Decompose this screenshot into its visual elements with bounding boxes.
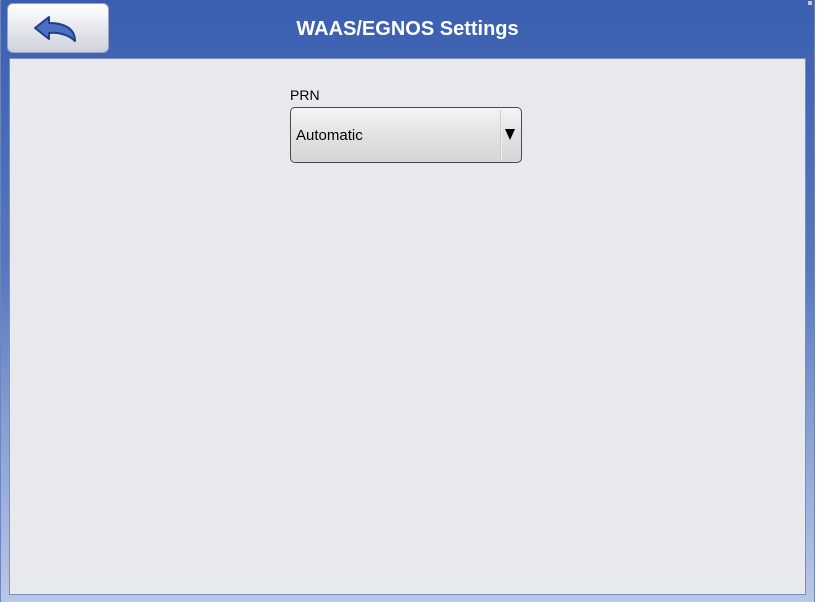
back-arrow-icon xyxy=(29,11,87,45)
settings-window: WAAS/EGNOS Settings PRN Automatic xyxy=(0,0,815,602)
title-bar: WAAS/EGNOS Settings xyxy=(1,0,814,58)
prn-selected-value: Automatic xyxy=(296,127,363,144)
corner-mark xyxy=(808,1,812,5)
settings-panel: PRN Automatic xyxy=(9,58,806,595)
dropdown-arrow-icon xyxy=(505,129,515,140)
prn-dropdown[interactable]: Automatic xyxy=(290,107,522,163)
back-button[interactable] xyxy=(7,3,109,53)
prn-label: PRN xyxy=(290,87,320,103)
dropdown-divider xyxy=(500,110,502,160)
page-title: WAAS/EGNOS Settings xyxy=(296,18,519,40)
